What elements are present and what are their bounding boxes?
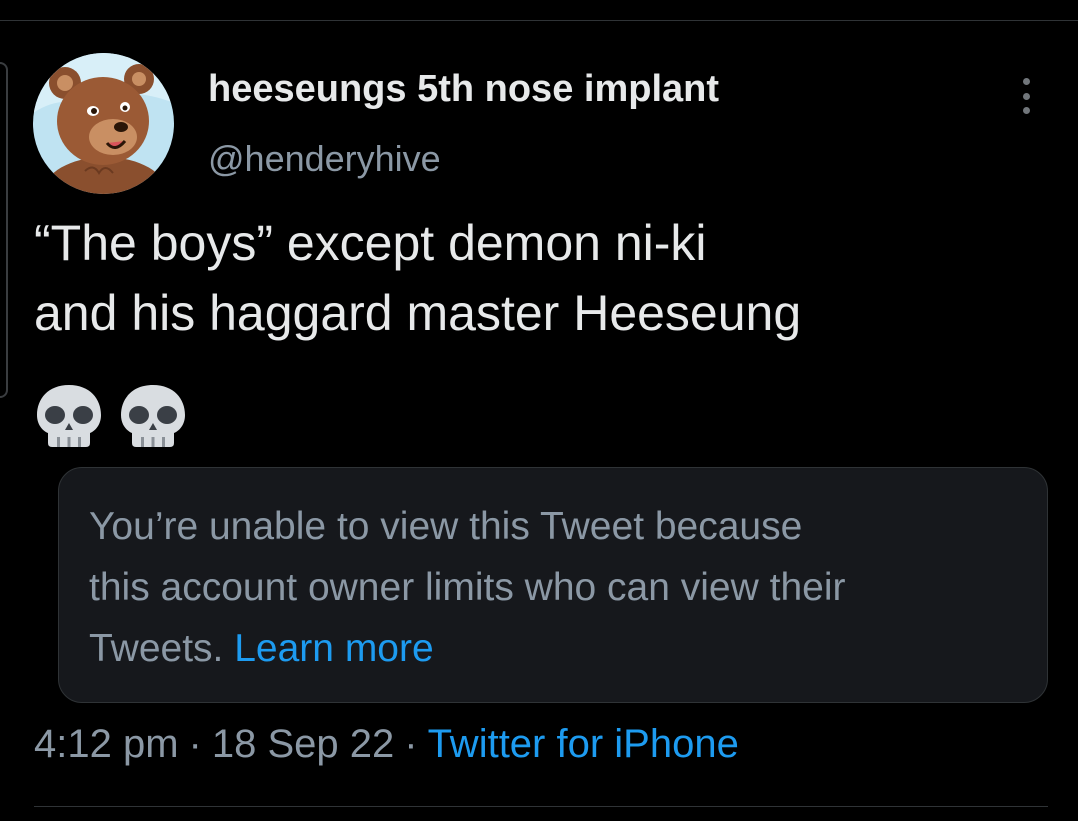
tweet-text-line: “The boys” except demon ni-ki [34,215,707,271]
meta-separator: · [188,722,202,766]
meta-separator: · [404,722,418,766]
notice-line: You’re unable to view this Tweet because [89,505,803,548]
avatar[interactable] [33,53,174,194]
unavailable-notice: You’re unable to view this Tweet because… [89,496,1029,679]
notice-line: this account owner limits who can view t… [89,566,846,609]
more-dot-icon [1022,78,1030,85]
skull-emoji-icon [121,385,185,447]
bear-avatar-icon [33,53,174,194]
author-handle[interactable]: @henderyhive [208,138,441,180]
more-dot-icon [1022,107,1030,114]
more-dot-icon [1022,92,1030,100]
top-divider [0,20,1078,21]
skull-emoji-icon [37,385,101,447]
more-options-button[interactable] [1012,74,1040,118]
notice-line-last: Tweets. Learn more [89,618,1029,679]
tweet-date[interactable]: 18 Sep 22 [212,722,394,766]
tweet-meta: 4:12 pm · 18 Sep 22 · Twitter for iPhone [34,722,739,767]
notice-line-text: Tweets. [89,627,224,670]
tweet-text: “The boys” except demon ni-ki and his ha… [34,208,1054,348]
learn-more-link[interactable]: Learn more [234,627,433,670]
tweet-time[interactable]: 4:12 pm [34,722,179,766]
emoji-row [34,383,188,453]
tweet-text-line: and his haggard master Heeseung [34,285,802,341]
author-display-name[interactable]: heeseungs 5th nose implant [208,68,719,111]
bottom-divider [34,806,1048,807]
quoted-tweet-card[interactable]: You’re unable to view this Tweet because… [58,467,1048,703]
scroll-indicator[interactable] [0,62,8,398]
source-link[interactable]: Twitter for iPhone [428,722,739,766]
